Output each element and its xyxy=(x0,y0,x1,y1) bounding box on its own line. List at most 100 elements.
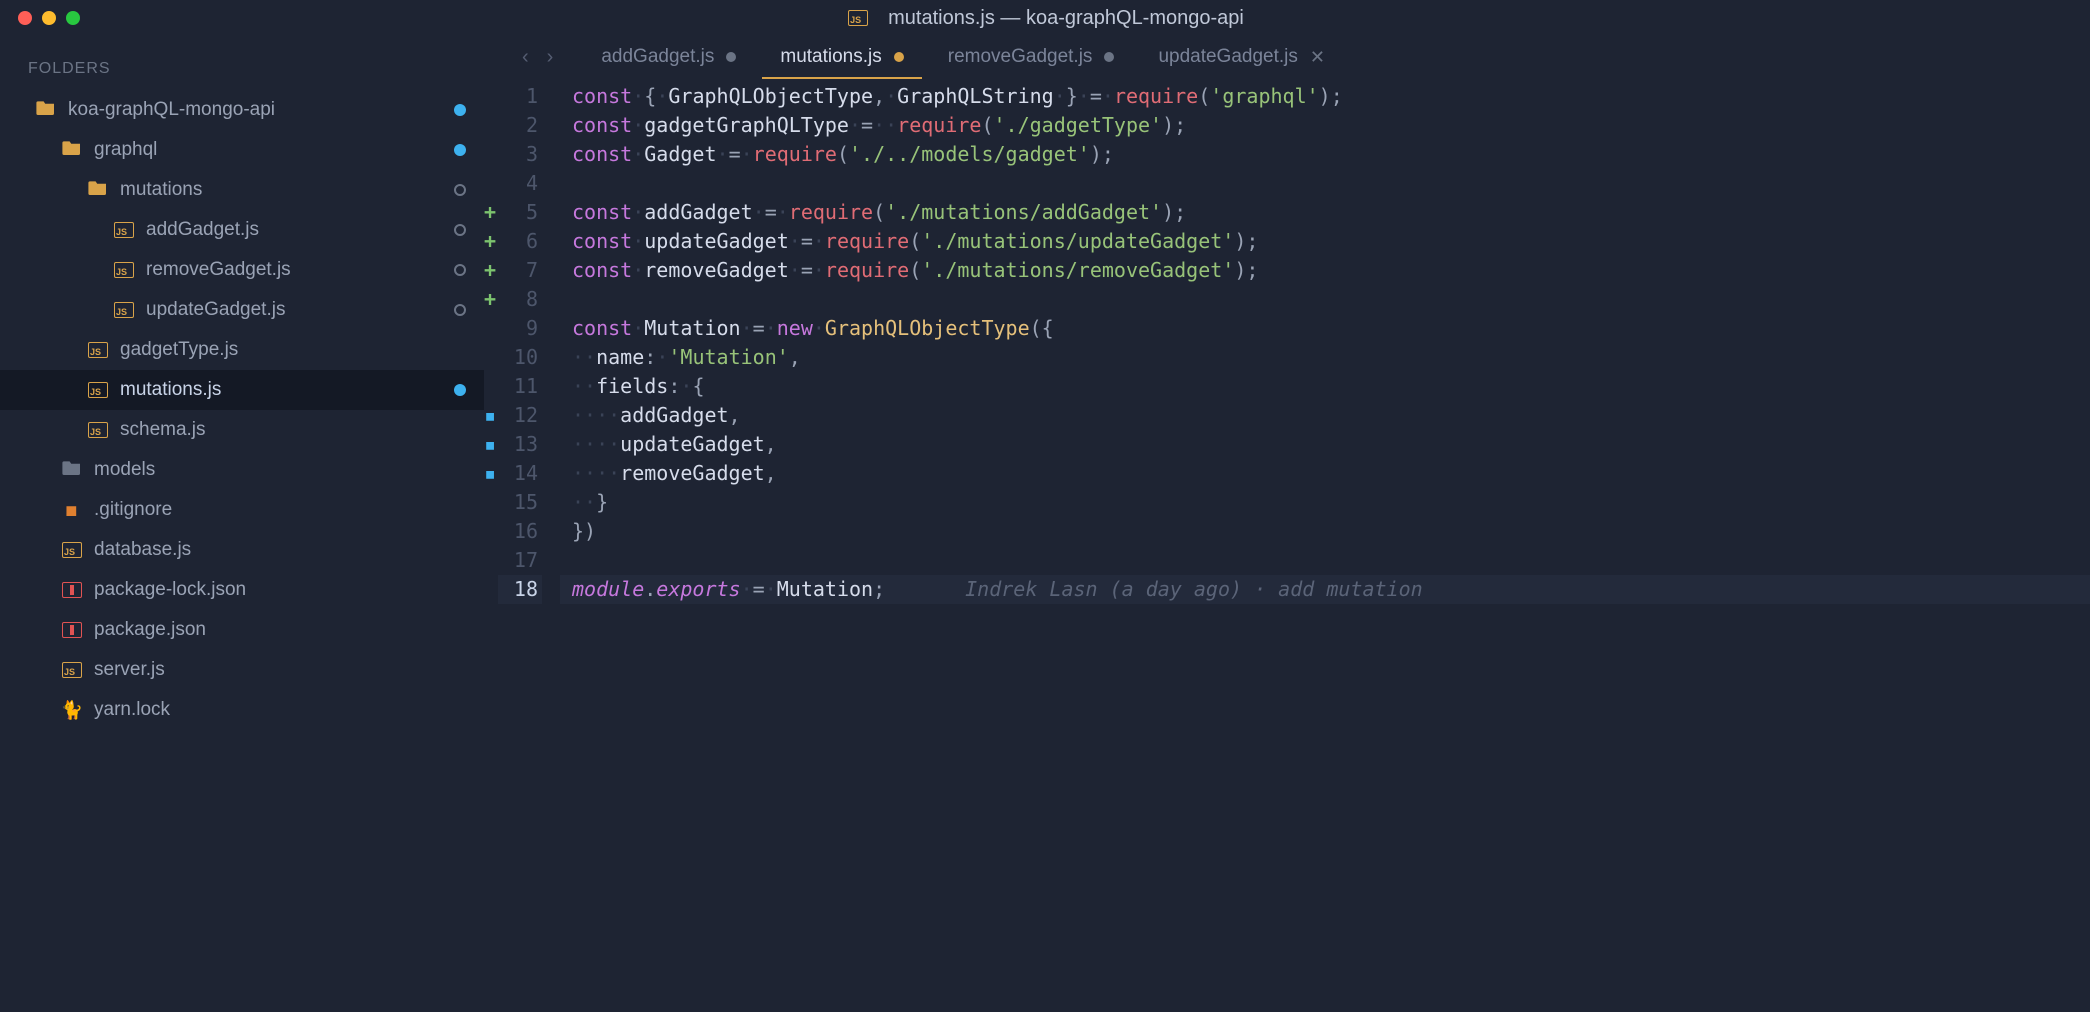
tree-item-graphql[interactable]: graphql xyxy=(0,130,484,170)
tree-item-label: package-lock.json xyxy=(94,579,466,601)
tree-item-models[interactable]: models xyxy=(0,450,484,490)
tab-updategadget-js[interactable]: updateGadget.js✕ xyxy=(1136,36,1347,78)
tree-item--gitignore[interactable]: ◆.gitignore xyxy=(0,490,484,530)
js-file-icon: JS xyxy=(846,10,870,26)
code-line[interactable]: +7const·removeGadget·=·require('./mutati… xyxy=(484,256,2090,285)
code-line[interactable]: +6const·updateGadget·=·require('./mutati… xyxy=(484,227,2090,256)
tab-addgadget-js[interactable]: addGadget.js xyxy=(579,36,758,78)
tree-item-label: package.json xyxy=(94,619,466,641)
code-line[interactable]: 4 xyxy=(484,169,2090,198)
tree-item-addgadget-js[interactable]: JSaddGadget.js xyxy=(0,210,484,250)
vcs-status-indicator xyxy=(454,184,466,196)
code-text: const·gadgetGraphQLType·=··require('./ga… xyxy=(560,111,2090,140)
folder-icon xyxy=(86,179,110,201)
tree-item-removegadget-js[interactable]: JSremoveGadget.js xyxy=(0,250,484,290)
diff-gutter: ▪ xyxy=(484,401,498,430)
code-line[interactable]: 9const·Mutation·=·new·GraphQLObjectType(… xyxy=(484,314,2090,343)
line-number: 3 xyxy=(498,140,542,169)
tree-item-schema-js[interactable]: JSschema.js xyxy=(0,410,484,450)
line-number: 15 xyxy=(498,488,542,517)
vcs-status-indicator xyxy=(454,224,466,236)
tree-item-yarn-lock[interactable]: 🐈yarn.lock xyxy=(0,690,484,730)
line-number: 11 xyxy=(498,372,542,401)
vcs-status-indicator xyxy=(454,304,466,316)
diff-gutter: + xyxy=(484,227,498,256)
tab-label: mutations.js xyxy=(780,46,881,68)
code-text: module.exports·=·Mutation;Indrek Lasn (a… xyxy=(560,575,2090,604)
line-number: 12 xyxy=(498,401,542,430)
tree-item-gadgettype-js[interactable]: JSgadgetType.js xyxy=(0,330,484,370)
tree-item-koa-graphql-mongo-api[interactable]: koa-graphQL-mongo-api xyxy=(0,90,484,130)
code-line[interactable]: +5 const·addGadget·=·require('./mutations… xyxy=(484,198,2090,227)
code-area[interactable]: 1const·{·GraphQLObjectType,·GraphQLStrin… xyxy=(484,78,2090,1012)
code-line[interactable]: 11··fields:·{ xyxy=(484,372,2090,401)
line-number: 13 xyxy=(498,430,542,459)
code-line[interactable]: 17 xyxy=(484,546,2090,575)
code-line[interactable]: +8 xyxy=(484,285,2090,314)
js-icon: JS xyxy=(112,302,136,318)
code-text: const·removeGadget·=·require('./mutation… xyxy=(560,256,2090,285)
code-text: }) xyxy=(560,517,2090,546)
code-text: ····updateGadget, xyxy=(560,430,2090,459)
folder-icon xyxy=(34,99,58,121)
js-icon: JS xyxy=(86,382,110,398)
tab-removegadget-js[interactable]: removeGadget.js xyxy=(926,36,1137,78)
code-line[interactable]: 16}) xyxy=(484,517,2090,546)
tree-item-label: mutations xyxy=(120,179,454,201)
dirty-indicator-icon xyxy=(726,52,736,62)
tree-item-label: updateGadget.js xyxy=(146,299,454,321)
nav-back-button[interactable]: ‹ xyxy=(522,46,529,69)
js-icon: JS xyxy=(86,422,110,438)
tree-item-label: .gitignore xyxy=(94,499,466,521)
sidebar-header: FOLDERS xyxy=(0,52,484,90)
tree-item-updategadget-js[interactable]: JS updateGadget.js xyxy=(0,290,484,330)
code-line[interactable]: 3 const·Gadget·=·require('./../models/gad… xyxy=(484,140,2090,169)
line-number: 8 xyxy=(498,285,542,314)
code-line[interactable]: 1const·{·GraphQLObjectType,·GraphQLStrin… xyxy=(484,82,2090,111)
code-text: const·Mutation·=·new·GraphQLObjectType({ xyxy=(560,314,2090,343)
code-line[interactable]: ▪13····updateGadget, xyxy=(484,430,2090,459)
js-icon: JS xyxy=(112,262,136,278)
tree-item-package-lock-json[interactable]: package-lock.json xyxy=(0,570,484,610)
nav-arrows: ‹ › xyxy=(496,46,579,69)
json-icon xyxy=(60,622,84,638)
line-number: 7 xyxy=(498,256,542,285)
tree-item-mutations[interactable]: mutations xyxy=(0,170,484,210)
vcs-status-indicator xyxy=(454,264,466,276)
tree-item-label: graphql xyxy=(94,139,454,161)
titlebar: JS mutations.js — koa-graphQL-mongo-api xyxy=(0,0,2090,36)
tab-label: removeGadget.js xyxy=(948,46,1093,68)
code-text: ··name:·'Mutation', xyxy=(560,343,2090,372)
line-number: 14 xyxy=(498,459,542,488)
code-line[interactable]: ▪14····removeGadget, xyxy=(484,459,2090,488)
tab-close-icon[interactable]: ✕ xyxy=(1310,47,1325,68)
window-title-text: mutations.js — koa-graphQL-mongo-api xyxy=(888,7,1244,30)
code-text: ····addGadget, xyxy=(560,401,2090,430)
code-line[interactable]: 10··name:·'Mutation', xyxy=(484,343,2090,372)
line-number: 18 xyxy=(498,575,542,604)
line-number: 6 xyxy=(498,227,542,256)
code-line[interactable]: 2const·gadgetGraphQLType·=··require('./g… xyxy=(484,111,2090,140)
line-number: 1 xyxy=(498,82,542,111)
tree-item-label: mutations.js xyxy=(120,379,454,401)
js-icon: JS xyxy=(112,222,136,238)
tree-item-database-js[interactable]: JSdatabase.js xyxy=(0,530,484,570)
nav-forward-button[interactable]: › xyxy=(547,46,554,69)
js-icon: JS xyxy=(60,662,84,678)
tab-mutations-js[interactable]: mutations.js xyxy=(758,36,925,78)
code-line[interactable]: 15··} xyxy=(484,488,2090,517)
editor-pane: ‹ › addGadget.js mutations.js removeGadget… xyxy=(484,36,2090,1012)
tree-item-server-js[interactable]: JS server.js xyxy=(0,650,484,690)
json-icon xyxy=(60,582,84,598)
tree-item-package-json[interactable]: package.json xyxy=(0,610,484,650)
code-line[interactable]: ▪12 ····addGadget, xyxy=(484,401,2090,430)
tree-item-label: server.js xyxy=(94,659,466,681)
code-line[interactable]: 18 module.exports·=·Mutation;Indrek Lasn … xyxy=(484,575,2090,604)
window-title: JS mutations.js — koa-graphQL-mongo-api xyxy=(0,7,2090,30)
line-number: 5 xyxy=(498,198,542,227)
tree-item-mutations-js[interactable]: JS mutations.js xyxy=(0,370,484,410)
code-text: const·addGadget·=·require('./mutations/a… xyxy=(560,198,2090,227)
diff-gutter: ▪ xyxy=(484,459,498,488)
diff-gutter: + xyxy=(484,198,498,227)
code-text: const·Gadget·=·require('./../models/gadg… xyxy=(560,140,2090,169)
